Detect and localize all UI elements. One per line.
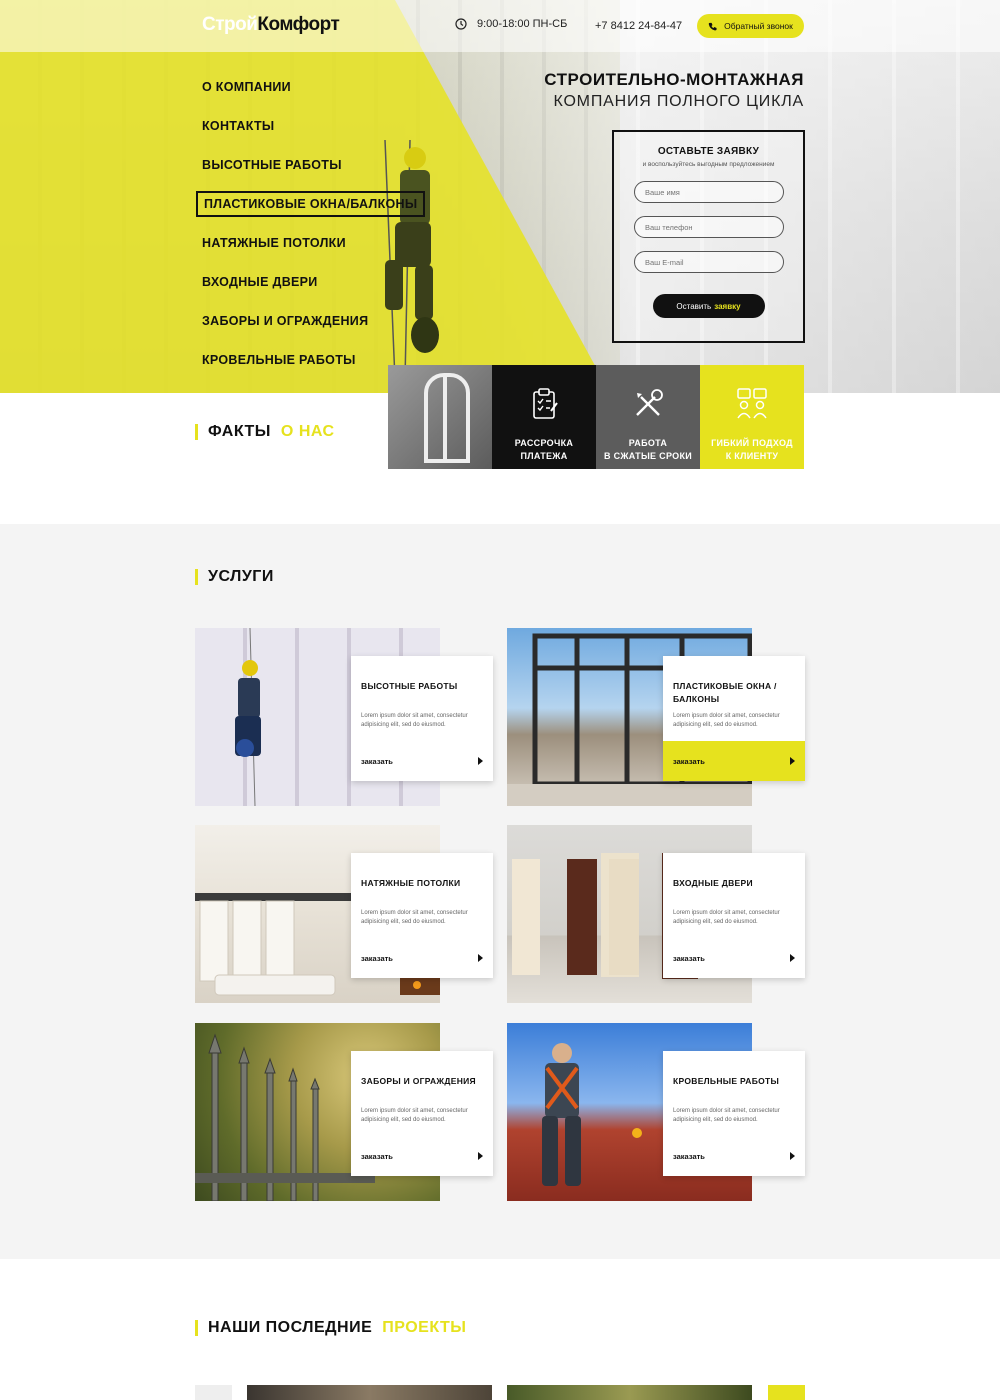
phone-number[interactable]: +7 8412 24-84-47 [595, 20, 682, 32]
tools-icon [636, 389, 663, 416]
service-card: КРОВЕЛЬНЫЕ РАБОТЫ Lorem ipsum dolor sit … [507, 1023, 805, 1201]
projects-section: НАШИ ПОСЛЕДНИЕ ПРОЕКТЫ [0, 1259, 1000, 1400]
people-chat-icon [737, 388, 767, 419]
service-info-card: ПЛАСТИКОВЫЕ ОКНА / БАЛКОНЫ Lorem ipsum d… [663, 656, 805, 781]
service-info-card: ВЫСОТНЫЕ РАБОТЫ Lorem ipsum dolor sit am… [351, 656, 493, 781]
top-bar: СтройКомфорт 9:00-18:00 ПН-СБ +7 8412 24… [0, 0, 1000, 52]
service-info-card: НАТЯЖНЫЕ ПОТОЛКИ Lorem ipsum dolor sit a… [351, 853, 493, 978]
nav-item-fences[interactable]: ЗАБОРЫ И ОГРАЖДЕНИЯ [202, 312, 419, 351]
arrow-right-icon [478, 757, 483, 765]
service-card: ВХОДНЫЕ ДВЕРИ Lorem ipsum dolor sit amet… [507, 825, 805, 1003]
service-card: ПЛАСТИКОВЫЕ ОКНА / БАЛКОНЫ Lorem ipsum d… [507, 628, 805, 806]
site-logo[interactable]: СтройКомфорт [202, 14, 340, 36]
services-section: УСЛУГИ ВЫСОТНЫЕ РАБОТЫ Lorem ipsum dolor… [0, 524, 1000, 1259]
service-info-card: ЗАБОРЫ И ОГРАЖДЕНИЯ Lorem ipsum dolor si… [351, 1051, 493, 1176]
form-subtitle: и воспользуйтесь выгодным предложением [642, 161, 775, 168]
services-title: УСЛУГИ [195, 568, 274, 586]
name-input[interactable] [634, 181, 784, 203]
email-input[interactable] [634, 251, 784, 273]
nav-item-ceilings[interactable]: НАТЯЖНЫЕ ПОТОЛКИ [202, 234, 419, 273]
order-button[interactable]: заказать [663, 741, 805, 781]
service-card: ВЫСОТНЫЕ РАБОТЫ Lorem ipsum dolor sit am… [195, 627, 493, 807]
callback-button[interactable]: Обратный звонок [697, 14, 804, 38]
order-button[interactable]: заказать [663, 1136, 805, 1176]
fact-tile-flexible: ГИБКИЙ ПОДХОД К КЛИЕНТУ [700, 365, 804, 469]
project-thumbnail[interactable] [507, 1385, 752, 1400]
working-hours: 9:00-18:00 ПН-СБ [455, 18, 567, 30]
service-card: НАТЯЖНЫЕ ПОТОЛКИ Lorem ipsum dolor sit a… [195, 825, 493, 1003]
carousel-next-button[interactable] [768, 1385, 805, 1400]
hero-banner: СтройКомфорт 9:00-18:00 ПН-СБ +7 8412 24… [0, 0, 1000, 393]
arrow-right-icon [790, 954, 795, 962]
service-info-card: ВХОДНЫЕ ДВЕРИ Lorem ipsum dolor sit amet… [663, 853, 805, 978]
submit-request-button[interactable]: Оставить заявку [652, 294, 765, 318]
order-button[interactable]: заказать [351, 741, 493, 781]
project-thumbnail[interactable] [247, 1385, 492, 1400]
nav-item-doors[interactable]: ВХОДНЫЕ ДВЕРИ [202, 273, 419, 312]
service-card: ЗАБОРЫ И ОГРАЖДЕНИЯ Lorem ipsum dolor si… [195, 1023, 493, 1202]
fact-tile-installment: РАССРОЧКА ПЛАТЕЖА [492, 365, 596, 469]
fact-photo-tile [388, 365, 492, 469]
arrow-right-icon [790, 757, 795, 765]
carousel-prev-button[interactable] [195, 1385, 232, 1400]
nav-item-high-altitude[interactable]: ВЫСОТНЫЕ РАБОТЫ [202, 156, 419, 195]
main-nav: О КОМПАНИИ КОНТАКТЫ ВЫСОТНЫЕ РАБОТЫ ПЛАС… [195, 78, 426, 390]
phone-icon [708, 22, 717, 30]
fact-tile-fast-work: РАБОТА В СЖАТЫЕ СРОКИ [596, 365, 700, 469]
arrow-right-icon [478, 954, 483, 962]
arrow-right-icon [790, 1152, 795, 1160]
nav-item-about[interactable]: О КОМПАНИИ [202, 78, 419, 117]
order-button[interactable]: заказать [351, 1136, 493, 1176]
nav-item-contacts[interactable]: КОНТАКТЫ [202, 117, 419, 156]
projects-title: НАШИ ПОСЛЕДНИЕ ПРОЕКТЫ [195, 1319, 466, 1337]
order-button[interactable]: заказать [351, 938, 493, 978]
nav-item-roofing[interactable]: КРОВЕЛЬНЫЕ РАБОТЫ [202, 351, 419, 390]
fact-tiles: РАССРОЧКА ПЛАТЕЖА РАБОТА В СЖАТЫЕ СРОКИ … [388, 365, 805, 469]
service-info-card: КРОВЕЛЬНЫЕ РАБОТЫ Lorem ipsum dolor sit … [663, 1051, 805, 1176]
clipboard-icon [533, 388, 558, 419]
clock-icon [455, 18, 467, 30]
request-form: ОСТАВЬТЕ ЗАЯВКУ и воспользуйтесь выгодны… [612, 130, 805, 343]
phone-input[interactable] [634, 216, 784, 238]
form-title: ОСТАВЬТЕ ЗАЯВКУ [657, 146, 760, 157]
facts-title: ФАКТЫ О НАС [195, 423, 335, 441]
order-button[interactable]: заказать [663, 938, 805, 978]
nav-item-windows[interactable]: ПЛАСТИКОВЫЕ ОКНА/БАЛКОНЫ [195, 191, 426, 234]
arrow-right-icon [478, 1152, 483, 1160]
hero-title: СТРОИТЕЛЬНО-МОНТАЖНАЯ КОМПАНИЯ ПОЛНОГО Ц… [544, 70, 804, 110]
